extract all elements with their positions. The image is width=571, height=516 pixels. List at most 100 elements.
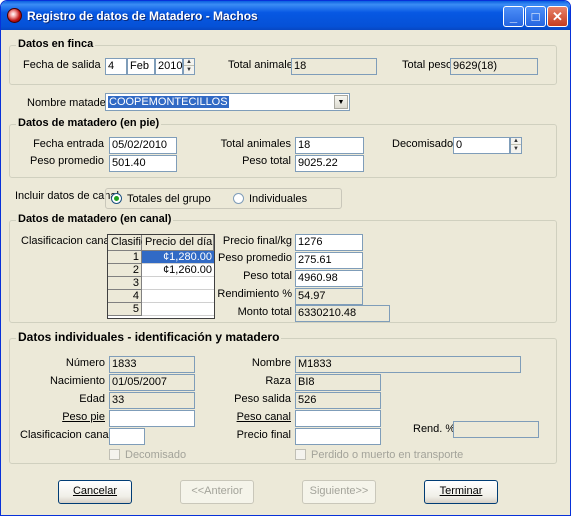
- pie-peso-total-field[interactable]: 9025.22: [295, 155, 364, 172]
- app-icon: [7, 8, 22, 23]
- siguiente-label: Siguiente>>: [309, 485, 369, 497]
- main-window: Registro de datos de Matadero - Machos _…: [0, 0, 571, 516]
- clasificacion-canal-label: Clasificacion canal: [21, 235, 113, 247]
- minimize-button[interactable]: _: [503, 6, 524, 27]
- raza-field: BI8: [295, 374, 381, 391]
- nombre-matadero-value: COOPEMONTECILLOS: [108, 96, 229, 108]
- grid-row-number: 3: [108, 277, 142, 290]
- individual-group: Datos individuales - identificación y ma…: [9, 330, 557, 464]
- grid-cell-price[interactable]: ¢1,260.00: [142, 264, 214, 277]
- nombre-matadero-label: Nombre matadero: [27, 97, 116, 109]
- finca-title: Datos en finca: [16, 38, 96, 50]
- radio-individuales-label[interactable]: Individuales: [249, 193, 307, 205]
- decomisado-label: Decomisado: [125, 449, 187, 461]
- fecha-entrada-field[interactable]: 05/02/2010: [109, 137, 177, 154]
- spin-up-icon[interactable]: ▲: [184, 59, 194, 66]
- dialog-body: Datos en finca Fecha de salida 4 Feb 201…: [5, 30, 566, 513]
- radio-totales-label[interactable]: Totales del grupo: [127, 193, 211, 205]
- ind-clasificacion-field[interactable]: [109, 428, 145, 445]
- finca-total-peso-field: 9629(18): [450, 58, 538, 75]
- decomisados-field[interactable]: 0: [453, 137, 510, 154]
- peso-canal-field[interactable]: [295, 410, 381, 427]
- spin-down-icon[interactable]: ▼: [511, 146, 521, 153]
- pie-total-animales-field[interactable]: 18: [295, 137, 364, 154]
- grid-row-number: 2: [108, 264, 142, 277]
- numero-field: 1833: [109, 356, 195, 373]
- nombre-label: Nombre: [251, 357, 291, 369]
- grid-cell-price[interactable]: [142, 277, 214, 290]
- ind-precio-final-field[interactable]: [295, 428, 381, 445]
- date-spinner[interactable]: ▲ ▼: [183, 58, 195, 75]
- pie-group: Datos de matadero (en pie) Fecha entrada…: [9, 117, 557, 178]
- window-title: Registro de datos de Matadero - Machos: [27, 9, 258, 23]
- peso-salida-label: Peso salida: [234, 393, 291, 405]
- monto-total-label: Monto total: [237, 306, 292, 318]
- ind-precio-final-label: Precio final: [236, 429, 291, 441]
- decomisados-label: Decomisados: [392, 138, 459, 150]
- canal-peso-promedio-field[interactable]: 275.61: [295, 252, 363, 269]
- finca-group: Datos en finca Fecha de salida 4 Feb 201…: [9, 38, 557, 85]
- canal-peso-promedio-label: Peso promedio: [218, 252, 292, 264]
- title-bar[interactable]: Registro de datos de Matadero - Machos _…: [1, 1, 570, 30]
- nombre-matadero-combo[interactable]: COOPEMONTECILLOS ▼: [105, 93, 350, 111]
- chevron-down-icon[interactable]: ▼: [334, 95, 348, 109]
- fecha-entrada-label: Fecha entrada: [33, 138, 104, 150]
- anterior-button[interactable]: <<Anterior: [180, 480, 254, 504]
- radio-totales[interactable]: [111, 193, 122, 204]
- numero-label: Número: [65, 357, 105, 369]
- canal-title: Datos de matadero (en canal): [16, 213, 174, 225]
- grid-cell-price[interactable]: ¢1,280.00: [142, 251, 214, 264]
- day-field[interactable]: 4: [105, 58, 127, 75]
- perdido-checkbox[interactable]: [295, 449, 306, 460]
- canal-option-box: Totales del grupo Individuales: [105, 188, 342, 209]
- pie-peso-promedio-field[interactable]: 501.40: [109, 155, 177, 172]
- cancelar-button[interactable]: Cancelar: [58, 480, 132, 504]
- peso-salida-field: 526: [295, 392, 381, 409]
- peso-canal-label: Peso canal: [236, 411, 291, 423]
- radio-individuales[interactable]: [233, 193, 244, 204]
- terminar-button[interactable]: Terminar: [424, 480, 498, 504]
- finca-total-animales-field: 18: [291, 58, 377, 75]
- peso-pie-label: Peso pie: [62, 411, 105, 423]
- grid-row-number: 4: [108, 290, 142, 303]
- nacimiento-label: Nacimiento: [49, 375, 105, 387]
- precio-final-kg-label: Precio final/kg: [222, 235, 292, 247]
- finca-total-peso-label: Total peso: [402, 59, 453, 71]
- grid-cell-price[interactable]: [142, 290, 214, 303]
- ind-clasificacion-label: Clasificacion canal: [20, 429, 112, 441]
- edad-label: Edad: [79, 393, 105, 405]
- rendimiento-field: 54.97: [295, 288, 363, 305]
- pie-peso-total-label: Peso total: [242, 155, 291, 167]
- precio-final-kg-field[interactable]: 1276: [295, 234, 363, 251]
- pie-peso-promedio-label: Peso promedio: [30, 155, 104, 167]
- maximize-button[interactable]: □: [525, 6, 546, 27]
- spin-down-icon[interactable]: ▼: [184, 67, 194, 74]
- year-field[interactable]: 2010: [155, 58, 183, 75]
- cancelar-label: Cancelar: [72, 485, 118, 497]
- finca-total-animales-label: Total animales: [228, 59, 299, 71]
- decomisado-checkbox[interactable]: [109, 449, 120, 460]
- siguiente-button[interactable]: Siguiente>>: [302, 480, 376, 504]
- canal-peso-total-label: Peso total: [243, 270, 292, 282]
- individual-title: Datos individuales - identificación y ma…: [16, 330, 282, 344]
- rendimiento-label: Rendimiento %: [217, 288, 292, 300]
- peso-pie-field[interactable]: [109, 410, 195, 427]
- price-grid[interactable]: Clasific Precio del día 1 ¢1,280.00 2 ¢1…: [107, 234, 215, 319]
- close-button[interactable]: ✕: [547, 6, 568, 27]
- perdido-label: Perdido o muerto en transporte: [311, 449, 464, 461]
- monto-total-field: 6330210.48: [295, 305, 390, 322]
- grid-header-precio: Precio del día: [142, 235, 214, 251]
- terminar-label: Terminar: [439, 485, 483, 497]
- fecha-salida-label: Fecha de salida: [23, 59, 101, 71]
- raza-label: Raza: [265, 375, 291, 387]
- pie-title: Datos de matadero (en pie): [16, 117, 162, 129]
- decomisados-spinner[interactable]: ▲ ▼: [510, 137, 522, 154]
- nombre-field: M1833: [295, 356, 521, 373]
- spin-up-icon[interactable]: ▲: [511, 138, 521, 145]
- pie-total-animales-label: Total animales: [220, 138, 291, 150]
- canal-peso-total-field[interactable]: 4960.98: [295, 270, 363, 287]
- edad-field: 33: [109, 392, 195, 409]
- month-field[interactable]: Feb: [127, 58, 155, 75]
- rend-label: Rend. %: [413, 423, 456, 435]
- grid-cell-price[interactable]: [142, 303, 214, 316]
